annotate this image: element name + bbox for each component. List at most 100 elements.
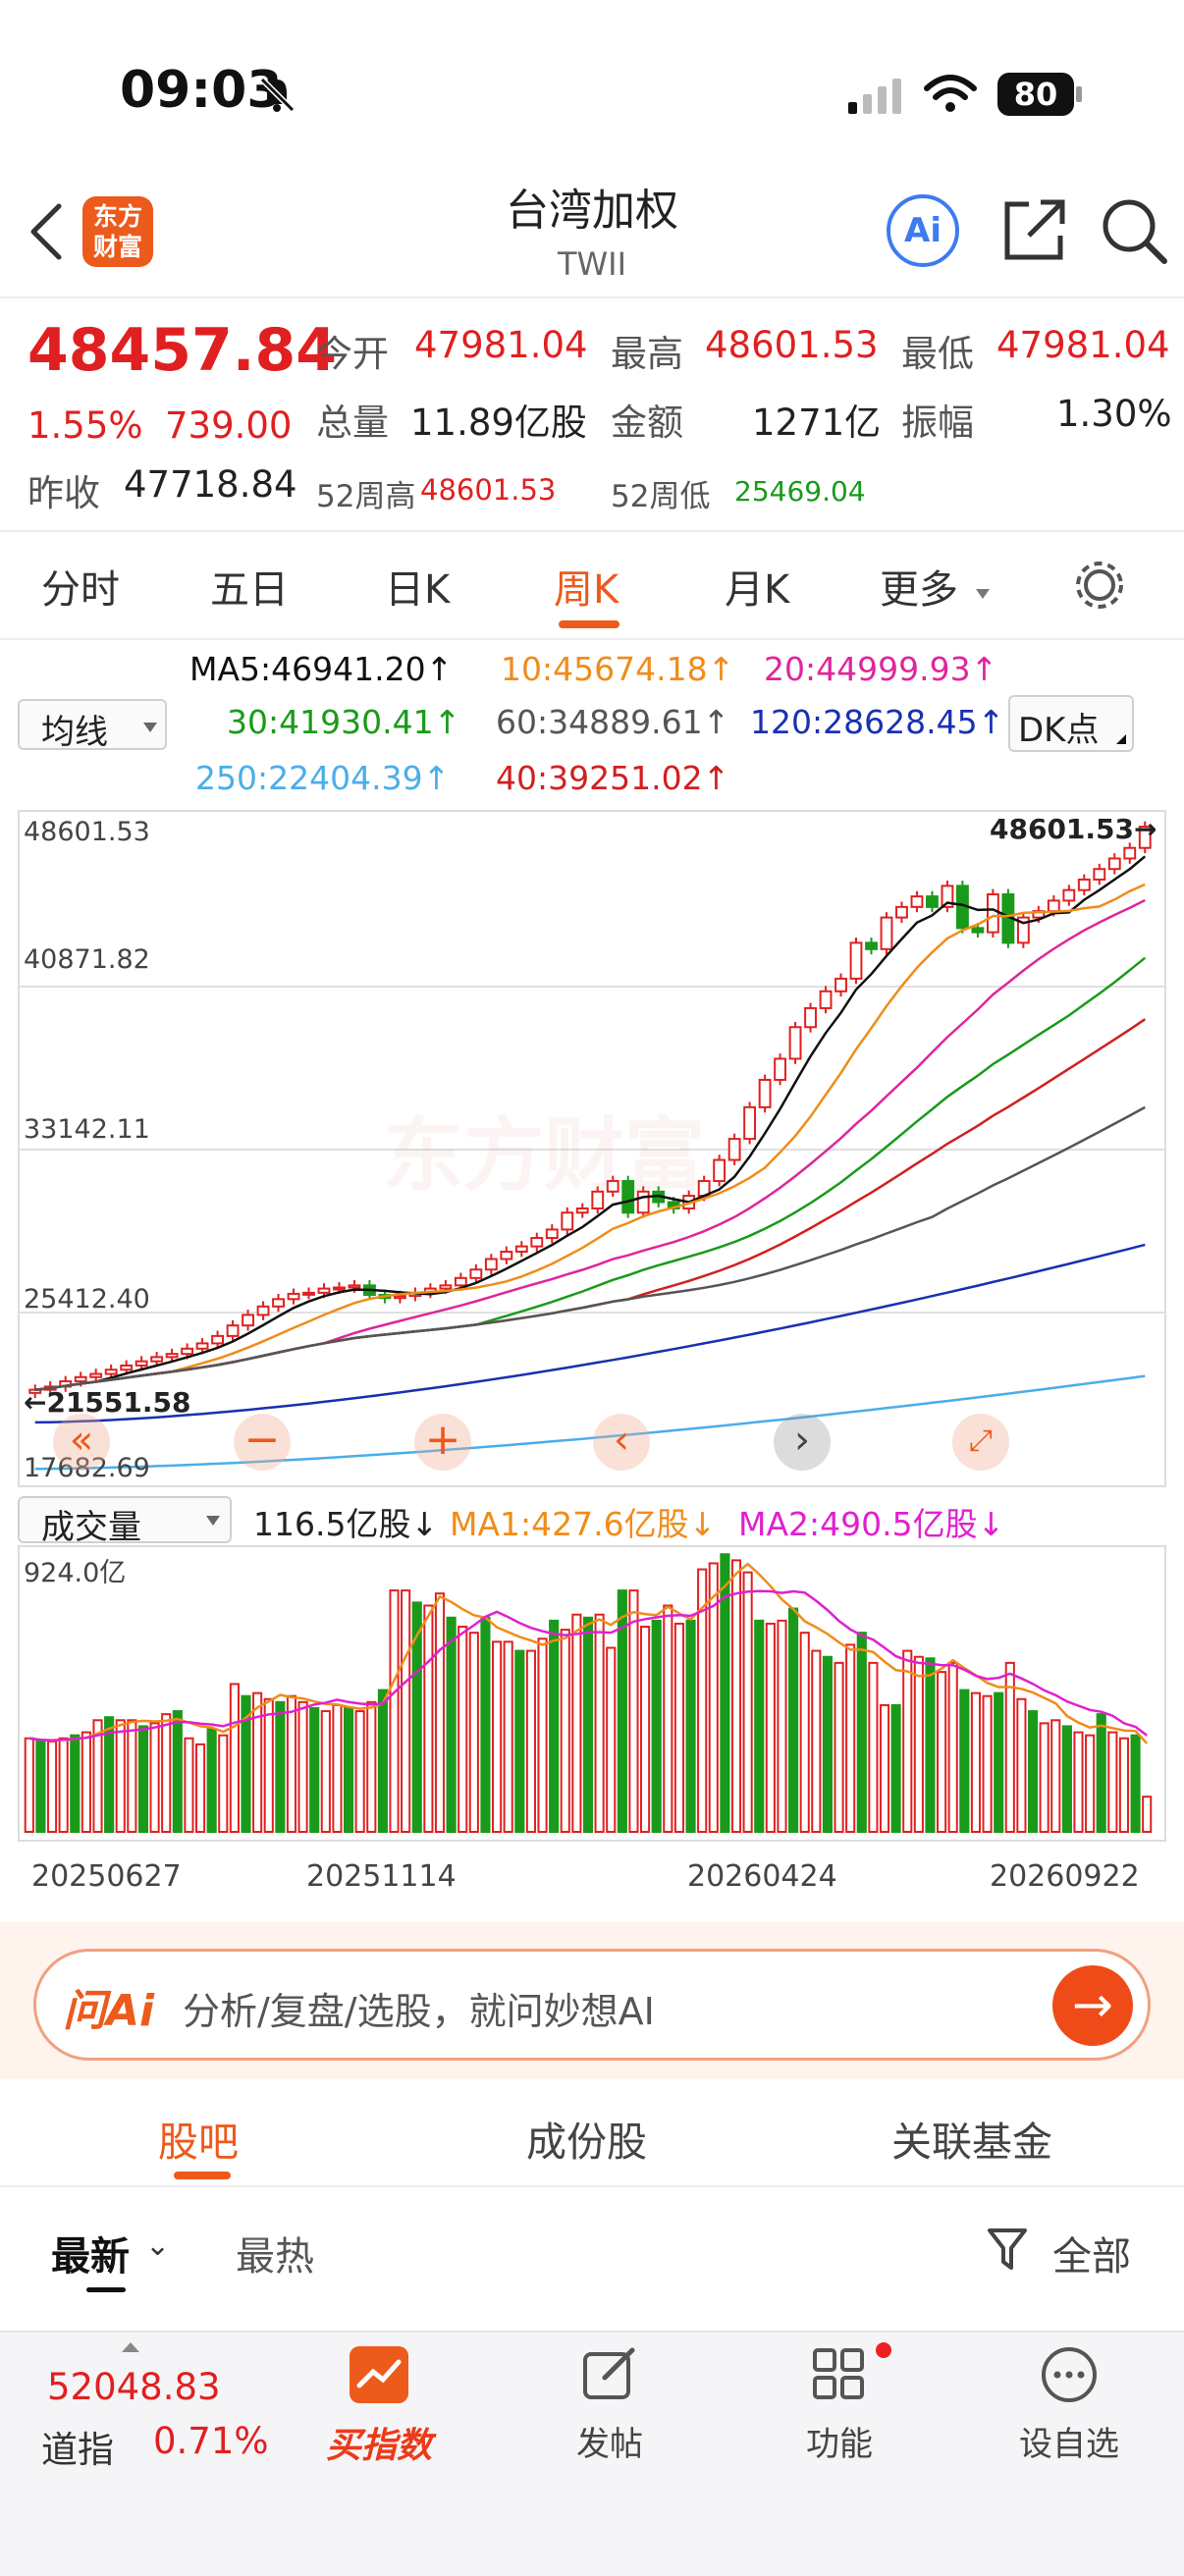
nav-watchlist[interactable]: 设自选 [986,2417,1153,2465]
y-tick-4: 25412.40 [24,1284,150,1315]
ticker-expand-icon[interactable] [122,2342,139,2352]
ma60-value: 60:34889.61↑ [496,703,730,741]
tab-weekly-k[interactable]: 周K [554,558,619,615]
filter-icon[interactable] [986,2225,1029,2274]
volume-bar [788,1607,799,1834]
compose-icon[interactable] [579,2344,640,2405]
volume-bar [685,1619,696,1834]
more-icon[interactable] [1039,2344,1100,2405]
ticker-percent[interactable]: 0.71% [153,2420,269,2462]
trend-up-icon[interactable] [350,2346,408,2403]
candle-body [302,1291,315,1296]
tab-guba[interactable]: 股吧 [158,2109,239,2168]
volume-bar [286,1694,297,1833]
candle-body [211,1334,225,1345]
volume-bar [628,1589,639,1834]
volume-bar [252,1691,263,1833]
volume-bar [811,1649,822,1834]
ma20-value: 20:44999.93↑ [764,650,998,688]
volume-bar [970,1691,982,1833]
tab-more[interactable]: 更多 [880,558,958,615]
ask-ai-logo: 问Ai [63,1986,155,2036]
ma120-line [34,1243,1146,1424]
dk-point-button[interactable]: DK点 [1008,695,1134,752]
volume-bar [377,1689,388,1833]
tab-related-funds[interactable]: 关联基金 [891,2109,1052,2168]
volume-bar [673,1622,684,1834]
volume-bar [640,1625,651,1834]
volume-bar [275,1700,286,1833]
y-tick-3: 33142.11 [24,1114,150,1145]
nav-functions[interactable]: 功能 [756,2417,923,2465]
tab-monthly-k[interactable]: 月K [725,558,789,615]
candle-body [743,1105,757,1141]
fullscreen-icon[interactable]: ⤢ [952,1414,1009,1471]
volume-bar [446,1616,457,1834]
volume-bar [913,1655,924,1833]
scroll-right-icon[interactable]: › [774,1414,831,1471]
ai-button[interactable]: Ai [887,194,959,267]
zoom-in-icon[interactable]: + [414,1414,471,1471]
candle-body [272,1298,285,1308]
ticker-value[interactable]: 52048.83 [47,2366,221,2408]
change-value: 739.00 [165,404,293,447]
wk52-high-value: 48601.53 [420,473,557,507]
zoom-out-icon[interactable]: − [234,1414,291,1471]
candle-body [514,1245,528,1253]
fast-back-icon[interactable]: « [53,1414,110,1471]
candle-body [333,1286,346,1291]
tab-intraday[interactable]: 分时 [41,558,120,615]
search-icon[interactable] [1100,196,1170,267]
share-icon[interactable] [999,196,1068,265]
candle-body [195,1342,209,1350]
volume-bar [35,1740,46,1833]
volume-bar [765,1622,776,1834]
filter-all[interactable]: 全部 [1052,2225,1131,2281]
content-tabs-divider [0,2185,1184,2187]
ticker-name[interactable]: 道指 [41,2420,114,2473]
volume-bar [423,1604,434,1834]
nav-buy-index[interactable]: 买指数 [320,2417,438,2468]
volume-bar [560,1629,570,1834]
volume-chart[interactable] [18,1545,1166,1842]
tab-daily-k[interactable]: 日K [385,558,450,615]
volume-bar [1050,1719,1061,1833]
nav-post[interactable]: 发帖 [526,2417,693,2465]
candle-body [926,895,939,908]
sort-hot[interactable]: 最热 [236,2225,314,2281]
ma30-value: 30:41930.41↑ [227,703,461,741]
wifi-icon [924,75,977,112]
low-value: 47981.04 [996,324,1170,366]
low-label: 最低 [901,333,974,375]
tab-guba-indicator [174,2172,231,2179]
volume-bar [434,1592,446,1834]
volume-bar [366,1700,377,1833]
candle-body [256,1305,270,1316]
ma-type-select[interactable]: 均线 [18,699,167,752]
candle-body [1062,888,1076,902]
tab-five-day[interactable]: 五日 [210,558,289,615]
ma40-value: 40:39251.02↑ [496,759,730,797]
volume-indicator-select[interactable]: 成交量 [18,1496,232,1547]
volume-bar [1073,1731,1084,1833]
gear-icon[interactable] [1072,558,1127,613]
volume-bar [229,1683,240,1833]
ma-type-label: 均线 [41,713,108,752]
candle-body [561,1211,574,1231]
volume-ma2: MA2:490.5亿股↓ [738,1505,1005,1543]
volume-bar [137,1725,149,1833]
volume-bar [1085,1734,1096,1833]
tab-components[interactable]: 成份股 [526,2109,647,2168]
apps-icon[interactable] [809,2344,870,2405]
arrow-right-icon[interactable]: → [1052,1965,1133,2046]
volume-bar [606,1646,617,1834]
sort-latest[interactable]: 最新 [51,2225,130,2281]
volume-value: 11.89亿股 [410,402,587,444]
scroll-left-icon[interactable]: ‹ [593,1414,650,1471]
candle-body [454,1276,467,1287]
volume-canvas[interactable] [20,1547,1164,1840]
volume-bar [742,1571,753,1834]
volume-bar [754,1619,765,1834]
volume-bar [525,1649,536,1834]
prev-close-label: 昨收 [27,472,100,514]
